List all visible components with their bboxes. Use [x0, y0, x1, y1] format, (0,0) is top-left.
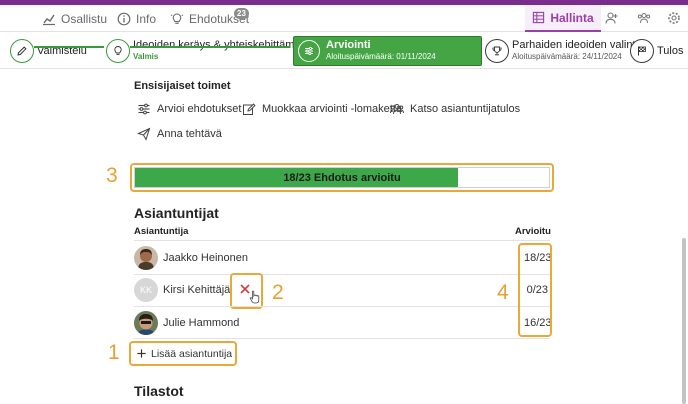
phase-evaluate-name: Arviointi [326, 39, 371, 51]
annotation-number-4: 4 [497, 281, 509, 304]
info-icon [117, 12, 131, 25]
group-icon[interactable] [637, 11, 651, 25]
nav-manage[interactable]: Hallinta [525, 5, 601, 32]
expert-name: Julie Hammond [163, 317, 240, 329]
statistics-heading: Tilastot [134, 383, 184, 399]
expert-name: Jaakko Heinonen [163, 252, 249, 264]
phase-result-name: Tulos [657, 44, 684, 57]
phase-select[interactable]: Parhaiden ideoiden valinta Aloituspäiväm… [485, 36, 642, 66]
nav-participants-label: Osallistu [61, 11, 108, 26]
phase-collect[interactable]: Ideoiden keräys & yhteiskehittäminen Val… [106, 36, 315, 66]
lightbulb-icon [106, 39, 130, 63]
row-divider [134, 274, 550, 275]
phase-collect-done-line [130, 46, 290, 48]
progress-label: 18/23 Ehdotus arvioitu [283, 171, 401, 184]
expert-column-header: Asiantuntija [134, 226, 189, 237]
phase-select-start: Aloituspäivämäärä: 24/11/2024 [512, 52, 622, 61]
avatar-initials: KK [134, 278, 158, 302]
primary-actions-title: Ensisijaiset toimet [134, 80, 231, 92]
proposals-count-badge: 23 [234, 8, 249, 19]
phase-stepper: Valmistelu Ideoiden keräys & yhteiskehit… [0, 33, 688, 69]
grid-icon [533, 11, 545, 24]
rate-proposals-label: Arvioi ehdotukset [157, 103, 242, 115]
rate-proposals-link[interactable]: Arvioi ehdotukset [137, 102, 241, 116]
expert-name: Kirsi Kehittäjä [163, 284, 231, 296]
avatar-julie [134, 311, 158, 335]
annotation-number-1: 1 [108, 341, 120, 364]
hand-pointer-cursor-icon [249, 290, 260, 304]
nav-info-label: Info [136, 11, 157, 26]
edit-evaluation-form-link[interactable]: Muokkaa arviointi -lomaketta [242, 102, 402, 116]
settings-gear-icon[interactable] [667, 11, 681, 25]
add-expert-button[interactable]: Lisää asiantuntija [131, 343, 236, 364]
sliders-icon [298, 40, 320, 62]
header-divider [134, 240, 550, 241]
annotation-number-3: 3 [106, 164, 118, 187]
rated-column-header: Arvioitu [515, 226, 551, 237]
trophy-icon [485, 39, 509, 63]
annotation-box-4 [518, 243, 552, 337]
scrollbar[interactable] [682, 238, 686, 404]
checkered-flag-icon [630, 39, 654, 63]
assign-task-link[interactable]: Anna tehtävä [137, 127, 222, 141]
edit-icon [243, 103, 256, 115]
avatar-jaakko [134, 246, 158, 270]
phase-prep-done-line [34, 46, 104, 48]
lightbulb-icon [170, 12, 184, 24]
avatar-initials-text: KK [139, 285, 152, 295]
view-expert-results-label: Katso asiantuntijatulos [410, 103, 521, 115]
experts-heading: Asiantuntijat [134, 205, 219, 221]
group-icon [390, 104, 404, 115]
plus-icon [137, 349, 146, 358]
row-divider [134, 338, 550, 339]
add-expert-label: Lisää asiantuntija [151, 347, 233, 360]
phase-select-name: Parhaiden ideoiden valinta [512, 39, 642, 51]
nav-info[interactable]: Info [117, 5, 156, 32]
participants-icon [43, 14, 55, 25]
nav-manage-label: Hallinta [550, 10, 594, 25]
view-expert-results-link[interactable]: Katso asiantuntijatulos [390, 102, 520, 116]
phase-result[interactable]: Tulos [630, 36, 684, 66]
assign-task-label: Anna tehtävä [157, 128, 222, 140]
phase-collect-status: Valmis [133, 52, 159, 61]
phase-evaluate-start: Aloituspäivämäärä: 01/11/2024 [326, 52, 436, 61]
row-divider [134, 306, 550, 307]
send-icon [137, 127, 151, 141]
nav-participants[interactable]: Osallistu [42, 5, 107, 32]
top-nav: Osallistu Info Ehdotukset 23 Hallinta [0, 5, 688, 32]
edit-evaluation-form-label: Muokkaa arviointi -lomaketta [262, 103, 403, 115]
sliders-icon [138, 103, 150, 115]
phase-evaluate[interactable]: Arviointi Aloituspäivämäärä: 01/11/2024 [293, 36, 482, 66]
add-user-icon[interactable] [605, 11, 619, 25]
phase-prep[interactable]: Valmistelu [10, 36, 87, 66]
evaluation-progress-bar: 18/23 Ehdotus arvioitu [134, 167, 550, 188]
annotation-number-2: 2 [272, 281, 284, 304]
pencil-icon [10, 39, 34, 63]
